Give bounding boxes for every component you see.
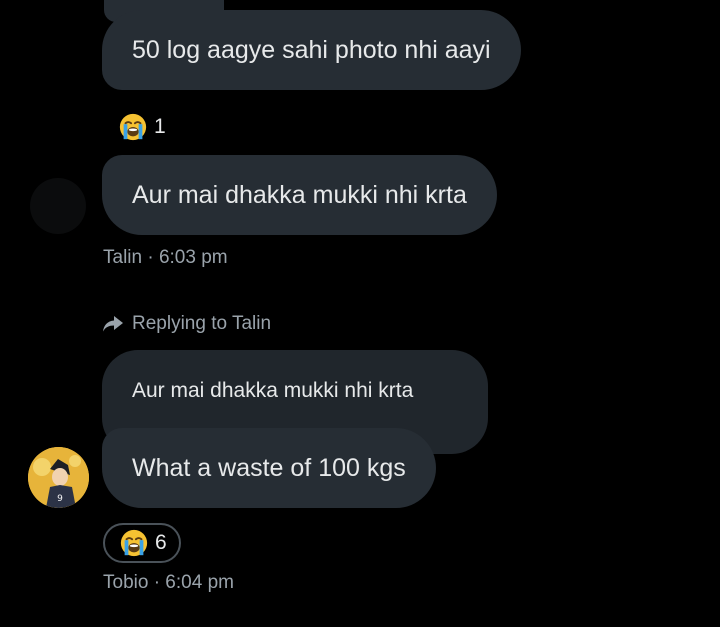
reaction-count: 1 <box>154 115 166 138</box>
reply-arrow-icon <box>103 316 123 332</box>
message-bubble[interactable]: 50 log aagye sahi photo nhi aayi <box>102 10 521 90</box>
message-bubble[interactable]: What a waste of 100 kgs <box>102 428 436 508</box>
avatar-placeholder <box>30 178 86 234</box>
user-avatar-icon: 9 <box>28 447 89 508</box>
reaction-chip[interactable]: 6 <box>103 523 181 563</box>
svg-text:9: 9 <box>57 494 63 504</box>
replying-label: Replying to Talin <box>132 313 272 334</box>
message-bubble[interactable]: Aur mai dhakka mukki nhi krta <box>102 155 497 235</box>
message-text: Aur mai dhakka mukki nhi krta <box>132 181 467 209</box>
loudly-crying-face-emoji-icon <box>120 529 148 557</box>
reaction-chip[interactable]: 1 <box>118 110 166 144</box>
avatar[interactable]: 9 <box>28 447 89 508</box>
message-meta: Talin · 6:03 pm <box>103 247 228 268</box>
message-text: What a waste of 100 kgs <box>132 454 406 482</box>
message-meta: Tobio · 6:04 pm <box>103 572 234 593</box>
replying-indicator[interactable]: Replying to Talin <box>102 313 271 335</box>
reaction-count: 6 <box>155 531 167 554</box>
quoted-text: Aur mai dhakka mukki nhi krta <box>132 379 414 402</box>
loudly-crying-face-emoji-icon <box>119 113 147 141</box>
message-text: 50 log aagye sahi photo nhi aayi <box>132 36 491 64</box>
